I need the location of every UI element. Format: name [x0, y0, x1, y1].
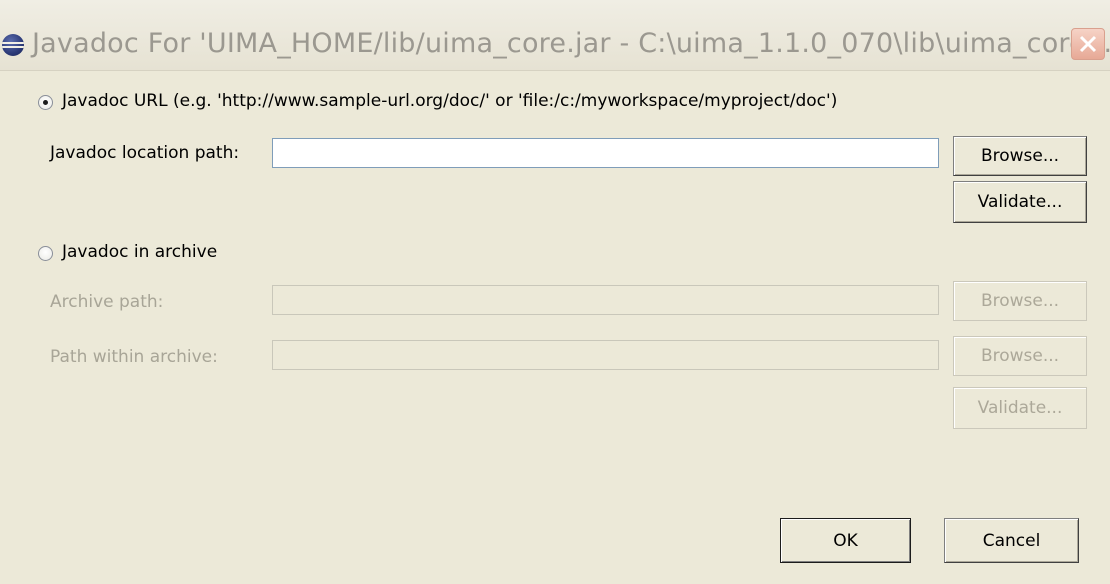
- javadoc-url-radio[interactable]: [38, 95, 53, 110]
- archive-path-label: Archive path:: [50, 292, 164, 312]
- javadoc-archive-radio[interactable]: [38, 246, 53, 261]
- path-within-browse-button[interactable]: Browse...: [953, 336, 1087, 376]
- browse-button[interactable]: Browse...: [953, 136, 1087, 176]
- archive-path-input[interactable]: [272, 285, 939, 315]
- archive-browse-button[interactable]: Browse...: [953, 281, 1087, 321]
- archive-validate-button[interactable]: Validate...: [953, 387, 1087, 429]
- title-bar: Javadoc For 'UIMA_HOME/lib/uima_core.jar…: [0, 0, 1110, 71]
- javadoc-archive-radio-label[interactable]: Javadoc in archive: [62, 242, 217, 262]
- javadoc-location-label: Javadoc location path:: [50, 143, 240, 163]
- eclipse-icon: [2, 34, 24, 56]
- javadoc-dialog: Javadoc For 'UIMA_HOME/lib/uima_core.jar…: [0, 0, 1110, 584]
- window-title: Javadoc For 'UIMA_HOME/lib/uima_core.jar…: [32, 28, 1110, 59]
- path-within-archive-label: Path within archive:: [50, 347, 218, 367]
- validate-button[interactable]: Validate...: [953, 181, 1087, 223]
- javadoc-location-input[interactable]: [272, 138, 939, 168]
- javadoc-url-radio-label[interactable]: Javadoc URL (e.g. 'http://www.sample-url…: [62, 91, 837, 111]
- cancel-button[interactable]: Cancel: [944, 518, 1079, 563]
- close-button[interactable]: [1071, 28, 1105, 60]
- ok-button[interactable]: OK: [780, 518, 911, 563]
- path-within-archive-input[interactable]: [272, 340, 939, 370]
- close-icon: [1079, 35, 1097, 53]
